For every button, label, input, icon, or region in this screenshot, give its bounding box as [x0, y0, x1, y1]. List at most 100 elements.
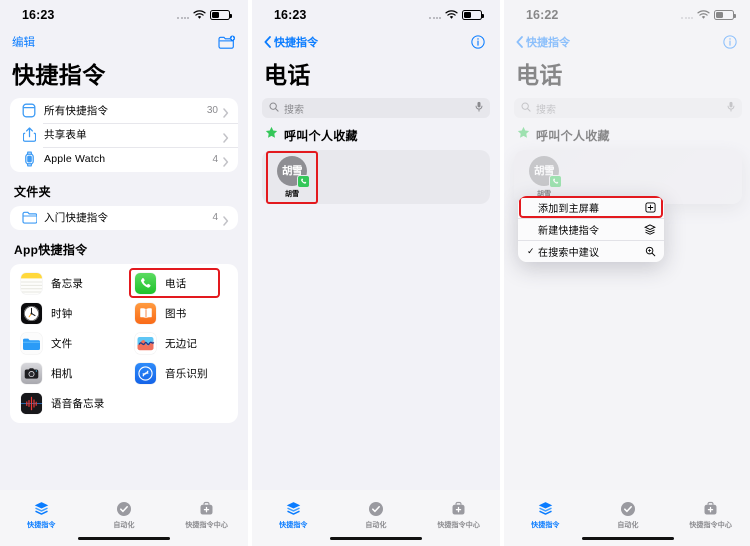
app-item-camera[interactable]: 相机 — [10, 360, 124, 386]
app-item-label: 图书 — [165, 307, 187, 320]
app-item-label: 相机 — [51, 367, 73, 380]
panel-phone-shortcuts: 16:23 快捷指令 电话 搜索 呼叫个人收藏 胡雪 胡雪 快捷指令 自动化 快… — [252, 0, 500, 546]
context-menu-item-label: 添加到主屏幕 — [538, 203, 600, 215]
context-menu-item-label: 在搜索中建议 — [538, 247, 600, 259]
edit-button[interactable]: 编辑 — [12, 34, 35, 50]
list-item-label: 共享表单 — [44, 129, 87, 142]
tab-shortcuts[interactable]: 快捷指令 — [263, 500, 323, 530]
section-header-folders: 文件夹 — [14, 184, 51, 199]
status-bar: 16:23 — [252, 0, 500, 30]
app-item-label: 电话 — [165, 277, 187, 290]
checkmark-icon: ✓ — [527, 245, 535, 256]
tab-bar: 快捷指令 自动化 快捷指令中心 — [504, 490, 750, 546]
battery-icon — [210, 10, 232, 20]
list-item-label: Apple Watch — [44, 153, 106, 166]
back-button[interactable]: 快捷指令 — [516, 34, 570, 50]
list-item-label: 所有快捷指令 — [44, 104, 109, 117]
app-item-label: 文件 — [51, 337, 73, 350]
list-item-share-sheet[interactable]: 共享表单 — [10, 122, 238, 148]
new-shortcut-icon — [644, 223, 656, 235]
app-item-clock[interactable]: 时钟 — [10, 300, 124, 326]
home-indicator — [78, 536, 170, 540]
context-menu-item-new-shortcut[interactable]: 新建快捷指令 — [518, 218, 664, 240]
phone-app-icon — [135, 272, 156, 294]
status-bar: 16:22 — [504, 0, 750, 30]
files-app-icon — [21, 332, 42, 354]
back-button-label: 快捷指令 — [274, 37, 318, 49]
context-menu-item-suggest-in-search[interactable]: ✓ 在搜索中建议 — [518, 240, 664, 262]
section-header-app-shortcuts: App快捷指令 — [14, 243, 88, 257]
chevron-left-icon — [264, 36, 271, 48]
back-button[interactable]: 快捷指令 — [264, 34, 318, 50]
all-shortcuts-icon — [21, 102, 37, 118]
tab-automation[interactable]: 自动化 — [598, 500, 658, 530]
list-item-starter-folder[interactable]: 入门快捷指令 4 — [10, 206, 238, 231]
context-menu-item-add-to-home[interactable]: 添加到主屏幕 — [518, 196, 664, 218]
tab-label: 快捷指令 — [27, 522, 56, 529]
app-item-books[interactable]: 图书 — [124, 300, 238, 326]
list-item-count: 4 — [212, 212, 218, 224]
app-item-label: 音乐识别 — [165, 367, 208, 380]
app-item-phone[interactable]: 电话 — [124, 268, 238, 298]
nav-bar: 快捷指令 — [504, 30, 750, 54]
favorite-contact[interactable]: 胡雪 胡雪 — [266, 150, 318, 204]
new-folder-icon[interactable] — [216, 32, 236, 52]
folders-group: 入门快捷指令 4 — [10, 205, 238, 231]
tab-shortcuts[interactable]: 快捷指令 — [11, 500, 71, 530]
app-item-label: 无边记 — [165, 337, 198, 350]
status-time: 16:23 — [274, 8, 307, 22]
tab-shortcuts[interactable]: 快捷指令 — [515, 500, 575, 530]
signal-dots-icon — [681, 12, 693, 19]
microphone-icon[interactable] — [475, 99, 483, 117]
favorite-contact[interactable]: 胡雪 胡雪 — [523, 155, 565, 199]
voice-memos-app-icon — [21, 392, 42, 414]
status-indicators — [681, 10, 736, 20]
context-menu-item-label: 新建快捷指令 — [538, 225, 600, 237]
context-menu: 添加到主屏幕 新建快捷指令 ✓ 在搜索中建议 — [518, 196, 664, 262]
shortcuts-tab-icon — [285, 500, 302, 517]
app-item-label: 备忘录 — [51, 277, 84, 290]
shortcuts-tab-icon — [537, 500, 554, 517]
section-header-favorites: 呼叫个人收藏 — [504, 118, 750, 150]
list-item-all-shortcuts[interactable]: 所有快捷指令 30 — [10, 98, 238, 123]
tab-label: 快捷指令 — [279, 522, 308, 529]
search-icon — [269, 99, 279, 117]
tab-label: 快捷指令 — [531, 522, 560, 529]
info-circle-icon[interactable] — [468, 32, 488, 52]
gallery-tab-icon — [451, 500, 466, 517]
app-item-label: 时钟 — [51, 307, 73, 320]
chevron-right-icon — [223, 213, 229, 226]
gallery-tab-icon — [703, 500, 718, 517]
back-button-label: 快捷指令 — [526, 37, 570, 49]
tab-label: 快捷指令中心 — [437, 522, 480, 529]
tab-gallery[interactable]: 快捷指令中心 — [429, 500, 489, 530]
search-input[interactable]: 搜索 — [514, 98, 742, 118]
tab-label: 快捷指令中心 — [689, 522, 732, 529]
app-item-label: 语音备忘录 — [51, 397, 105, 410]
app-item-files[interactable]: 文件 — [10, 330, 124, 356]
list-item-count: 4 — [212, 153, 218, 165]
shazam-app-icon — [135, 362, 156, 384]
notes-app-icon — [21, 272, 42, 294]
app-item-freeform[interactable]: 无边记 — [124, 330, 238, 356]
list-item-apple-watch[interactable]: Apple Watch 4 — [10, 147, 238, 172]
app-item-voice-memos[interactable]: 语音备忘录 — [10, 390, 124, 416]
app-item-notes[interactable]: 备忘录 — [10, 270, 124, 296]
wifi-icon — [193, 10, 206, 20]
clock-app-icon — [21, 302, 42, 324]
tab-gallery[interactable]: 快捷指令中心 — [681, 500, 741, 530]
automation-tab-icon — [620, 500, 636, 517]
search-input[interactable]: 搜索 — [262, 98, 490, 118]
tab-gallery[interactable]: 快捷指令中心 — [177, 500, 237, 530]
microphone-icon[interactable] — [727, 99, 735, 117]
info-circle-icon[interactable] — [720, 32, 740, 52]
tab-automation[interactable]: 自动化 — [94, 500, 154, 530]
battery-icon — [714, 10, 736, 20]
tab-automation[interactable]: 自动化 — [346, 500, 406, 530]
page-title: 快捷指令 — [12, 62, 106, 88]
folder-icon — [21, 210, 37, 226]
section-label: 呼叫个人收藏 — [536, 128, 610, 143]
battery-icon — [462, 10, 484, 20]
freeform-app-icon — [135, 332, 156, 354]
app-item-shazam[interactable]: 音乐识别 — [124, 360, 238, 386]
